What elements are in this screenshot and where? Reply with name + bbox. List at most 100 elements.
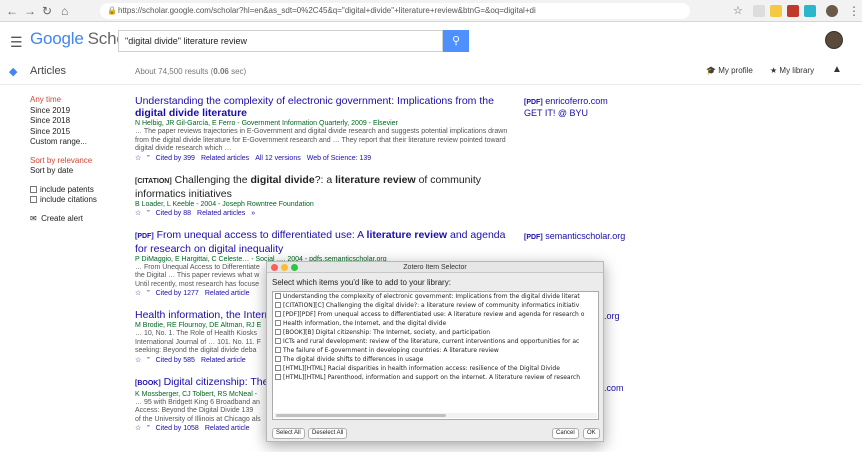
item-label: [HTML][HTML] Racial disparities in healt…	[283, 365, 560, 372]
title-part: Challenging the	[174, 173, 251, 186]
more-icon[interactable]: »	[251, 210, 255, 217]
item-checkbox[interactable]	[275, 293, 281, 299]
cited-by-link[interactable]: Cited by 585	[156, 357, 195, 364]
close-window-icon[interactable]	[271, 264, 278, 271]
side-link-partial[interactable]: .org	[604, 311, 620, 322]
create-alert-link[interactable]: ✉ Create alert	[30, 214, 120, 225]
save-star-icon[interactable]: ☆	[135, 210, 141, 217]
url-text: https://scholar.google.com/scholar?hl=en…	[118, 6, 536, 15]
cite-quote-icon[interactable]: ”	[147, 155, 149, 162]
zoom-window-icon[interactable]	[291, 264, 298, 271]
search-button[interactable]: ⚲	[443, 30, 469, 52]
my-profile-link[interactable]: 🎓 My profile	[706, 66, 753, 75]
result-title-link[interactable]: [PDF] From unequal access to differentia…	[135, 229, 515, 255]
cite-quote-icon[interactable]: ”	[147, 290, 149, 297]
list-item[interactable]: Understanding the complexity of electron…	[273, 292, 598, 301]
list-item[interactable]: Health information, the Internet, and th…	[273, 319, 598, 328]
filter-custom-range[interactable]: Custom range...	[30, 137, 120, 148]
result-authors[interactable]: N Helbig, JR Gil-García, E Ferro - Gover…	[135, 119, 515, 128]
related-articles-link[interactable]: Related articles	[201, 155, 249, 162]
item-checkbox[interactable]	[275, 329, 281, 335]
cited-by-link[interactable]: Cited by 88	[156, 210, 191, 217]
result-snippet: … The paper reviews trajectories in E-Go…	[135, 128, 508, 152]
side-link-pdf[interactable]: [PDF] semanticscholar.org	[524, 231, 625, 243]
item-checkbox[interactable]	[275, 356, 281, 362]
result-title-link[interactable]: Understanding the complexity of electron…	[135, 95, 515, 119]
list-item[interactable]: [HTML][HTML] Parenthood, information and…	[273, 373, 598, 382]
cited-by-link[interactable]: Cited by 1058	[156, 425, 199, 432]
home-icon[interactable]: ⌂	[61, 3, 68, 19]
web-of-science-link[interactable]: Web of Science: 139	[307, 155, 371, 162]
address-bar[interactable]: 🔒 https://scholar.google.com/scholar?hl=…	[100, 3, 690, 19]
item-label: [PDF][PDF] From unequal access to differ…	[283, 311, 585, 318]
deselect-all-button[interactable]: Deselect All	[308, 428, 348, 439]
save-star-icon[interactable]: ☆	[135, 357, 141, 364]
zotero-extension-icon[interactable]	[787, 5, 799, 17]
account-icon[interactable]: ▲	[832, 64, 842, 75]
cite-quote-icon[interactable]: ”	[147, 357, 149, 364]
all-versions-link[interactable]: All 12 versions	[255, 155, 301, 162]
extension-icon-2[interactable]	[804, 5, 816, 17]
item-checkbox[interactable]	[275, 374, 281, 380]
graduation-cap-icon: 🎓	[706, 66, 716, 75]
menu-kebab-icon[interactable]: ⋮	[848, 3, 860, 19]
search-input[interactable]: "digital divide" literature review	[118, 30, 443, 52]
item-checkbox[interactable]	[275, 347, 281, 353]
cite-quote-icon[interactable]: ”	[147, 425, 149, 432]
item-checkbox[interactable]	[275, 302, 281, 308]
item-checkbox[interactable]	[275, 320, 281, 326]
cited-by-link[interactable]: Cited by 1277	[156, 290, 199, 297]
save-star-icon[interactable]: ☆	[135, 425, 141, 432]
side-link-pdf[interactable]: [PDF] enricoferro.com	[524, 96, 608, 108]
item-checkbox[interactable]	[275, 365, 281, 371]
side-link-partial[interactable]: .com	[604, 383, 624, 394]
item-label: The failure of E-government in developin…	[283, 347, 499, 354]
filter-since-2018[interactable]: Since 2018	[30, 116, 120, 127]
hamburger-menu-icon[interactable]: ☰	[10, 34, 23, 51]
include-citations-checkbox[interactable]: include citations	[30, 195, 120, 206]
avatar[interactable]	[825, 31, 843, 49]
include-patents-checkbox[interactable]: include patents	[30, 185, 120, 196]
scrollbar-thumb[interactable]	[276, 414, 446, 417]
cancel-button[interactable]: Cancel	[552, 428, 579, 439]
list-item[interactable]: [CITATION][C] Challenging the digital di…	[273, 301, 598, 310]
horizontal-scrollbar[interactable]	[274, 413, 597, 418]
select-all-button[interactable]: Select All	[272, 428, 305, 439]
list-item[interactable]: [PDF][PDF] From unequal access to differ…	[273, 310, 598, 319]
related-articles-link[interactable]: Related articles	[197, 210, 245, 217]
my-library-link[interactable]: ★ My library	[770, 66, 814, 75]
filter-since-2015[interactable]: Since 2015	[30, 127, 120, 138]
sort-by-relevance[interactable]: Sort by relevance	[30, 156, 120, 167]
result-authors[interactable]: B Loader, L Keeble - 2004 - Joseph Rownt…	[135, 200, 515, 209]
list-item[interactable]: The failure of E-government in developin…	[273, 346, 598, 355]
item-checkbox[interactable]	[275, 311, 281, 317]
cite-quote-icon[interactable]: ”	[147, 210, 149, 217]
related-articles-link[interactable]: Related article	[205, 290, 250, 297]
lock-icon: 🔒	[107, 6, 117, 15]
profile-avatar-icon[interactable]	[826, 5, 838, 17]
extension-icon[interactable]	[753, 5, 765, 17]
filter-any-time[interactable]: Any time	[30, 95, 120, 106]
bookmark-star-icon[interactable]: ☆	[733, 3, 743, 19]
related-articles-link[interactable]: Related article	[201, 357, 246, 364]
cited-by-link[interactable]: Cited by 399	[156, 155, 195, 162]
side-link-getit[interactable]: GET IT! @ BYU	[524, 108, 588, 119]
list-item[interactable]: ICTs and rural development: review of th…	[273, 337, 598, 346]
back-icon[interactable]: ←	[6, 3, 18, 19]
item-checkbox[interactable]	[275, 338, 281, 344]
section-title: Articles	[30, 65, 67, 77]
minimize-window-icon[interactable]	[281, 264, 288, 271]
filter-since-2019[interactable]: Since 2019	[30, 106, 120, 117]
title-part: ?: a	[314, 173, 336, 186]
save-star-icon[interactable]: ☆	[135, 155, 141, 162]
reload-icon[interactable]: ↻	[42, 3, 52, 19]
ok-button[interactable]: OK	[583, 428, 600, 439]
related-articles-link[interactable]: Related article	[205, 425, 250, 432]
list-item[interactable]: [BOOK][B] Digital citizenship: The Inter…	[273, 328, 598, 337]
folder-extension-icon[interactable]	[770, 5, 782, 17]
list-item[interactable]: The digital divide shifts to differences…	[273, 355, 598, 364]
save-star-icon[interactable]: ☆	[135, 290, 141, 297]
forward-icon[interactable]: →	[24, 3, 36, 19]
sort-by-date[interactable]: Sort by date	[30, 166, 120, 177]
list-item[interactable]: [HTML][HTML] Racial disparities in healt…	[273, 364, 598, 373]
